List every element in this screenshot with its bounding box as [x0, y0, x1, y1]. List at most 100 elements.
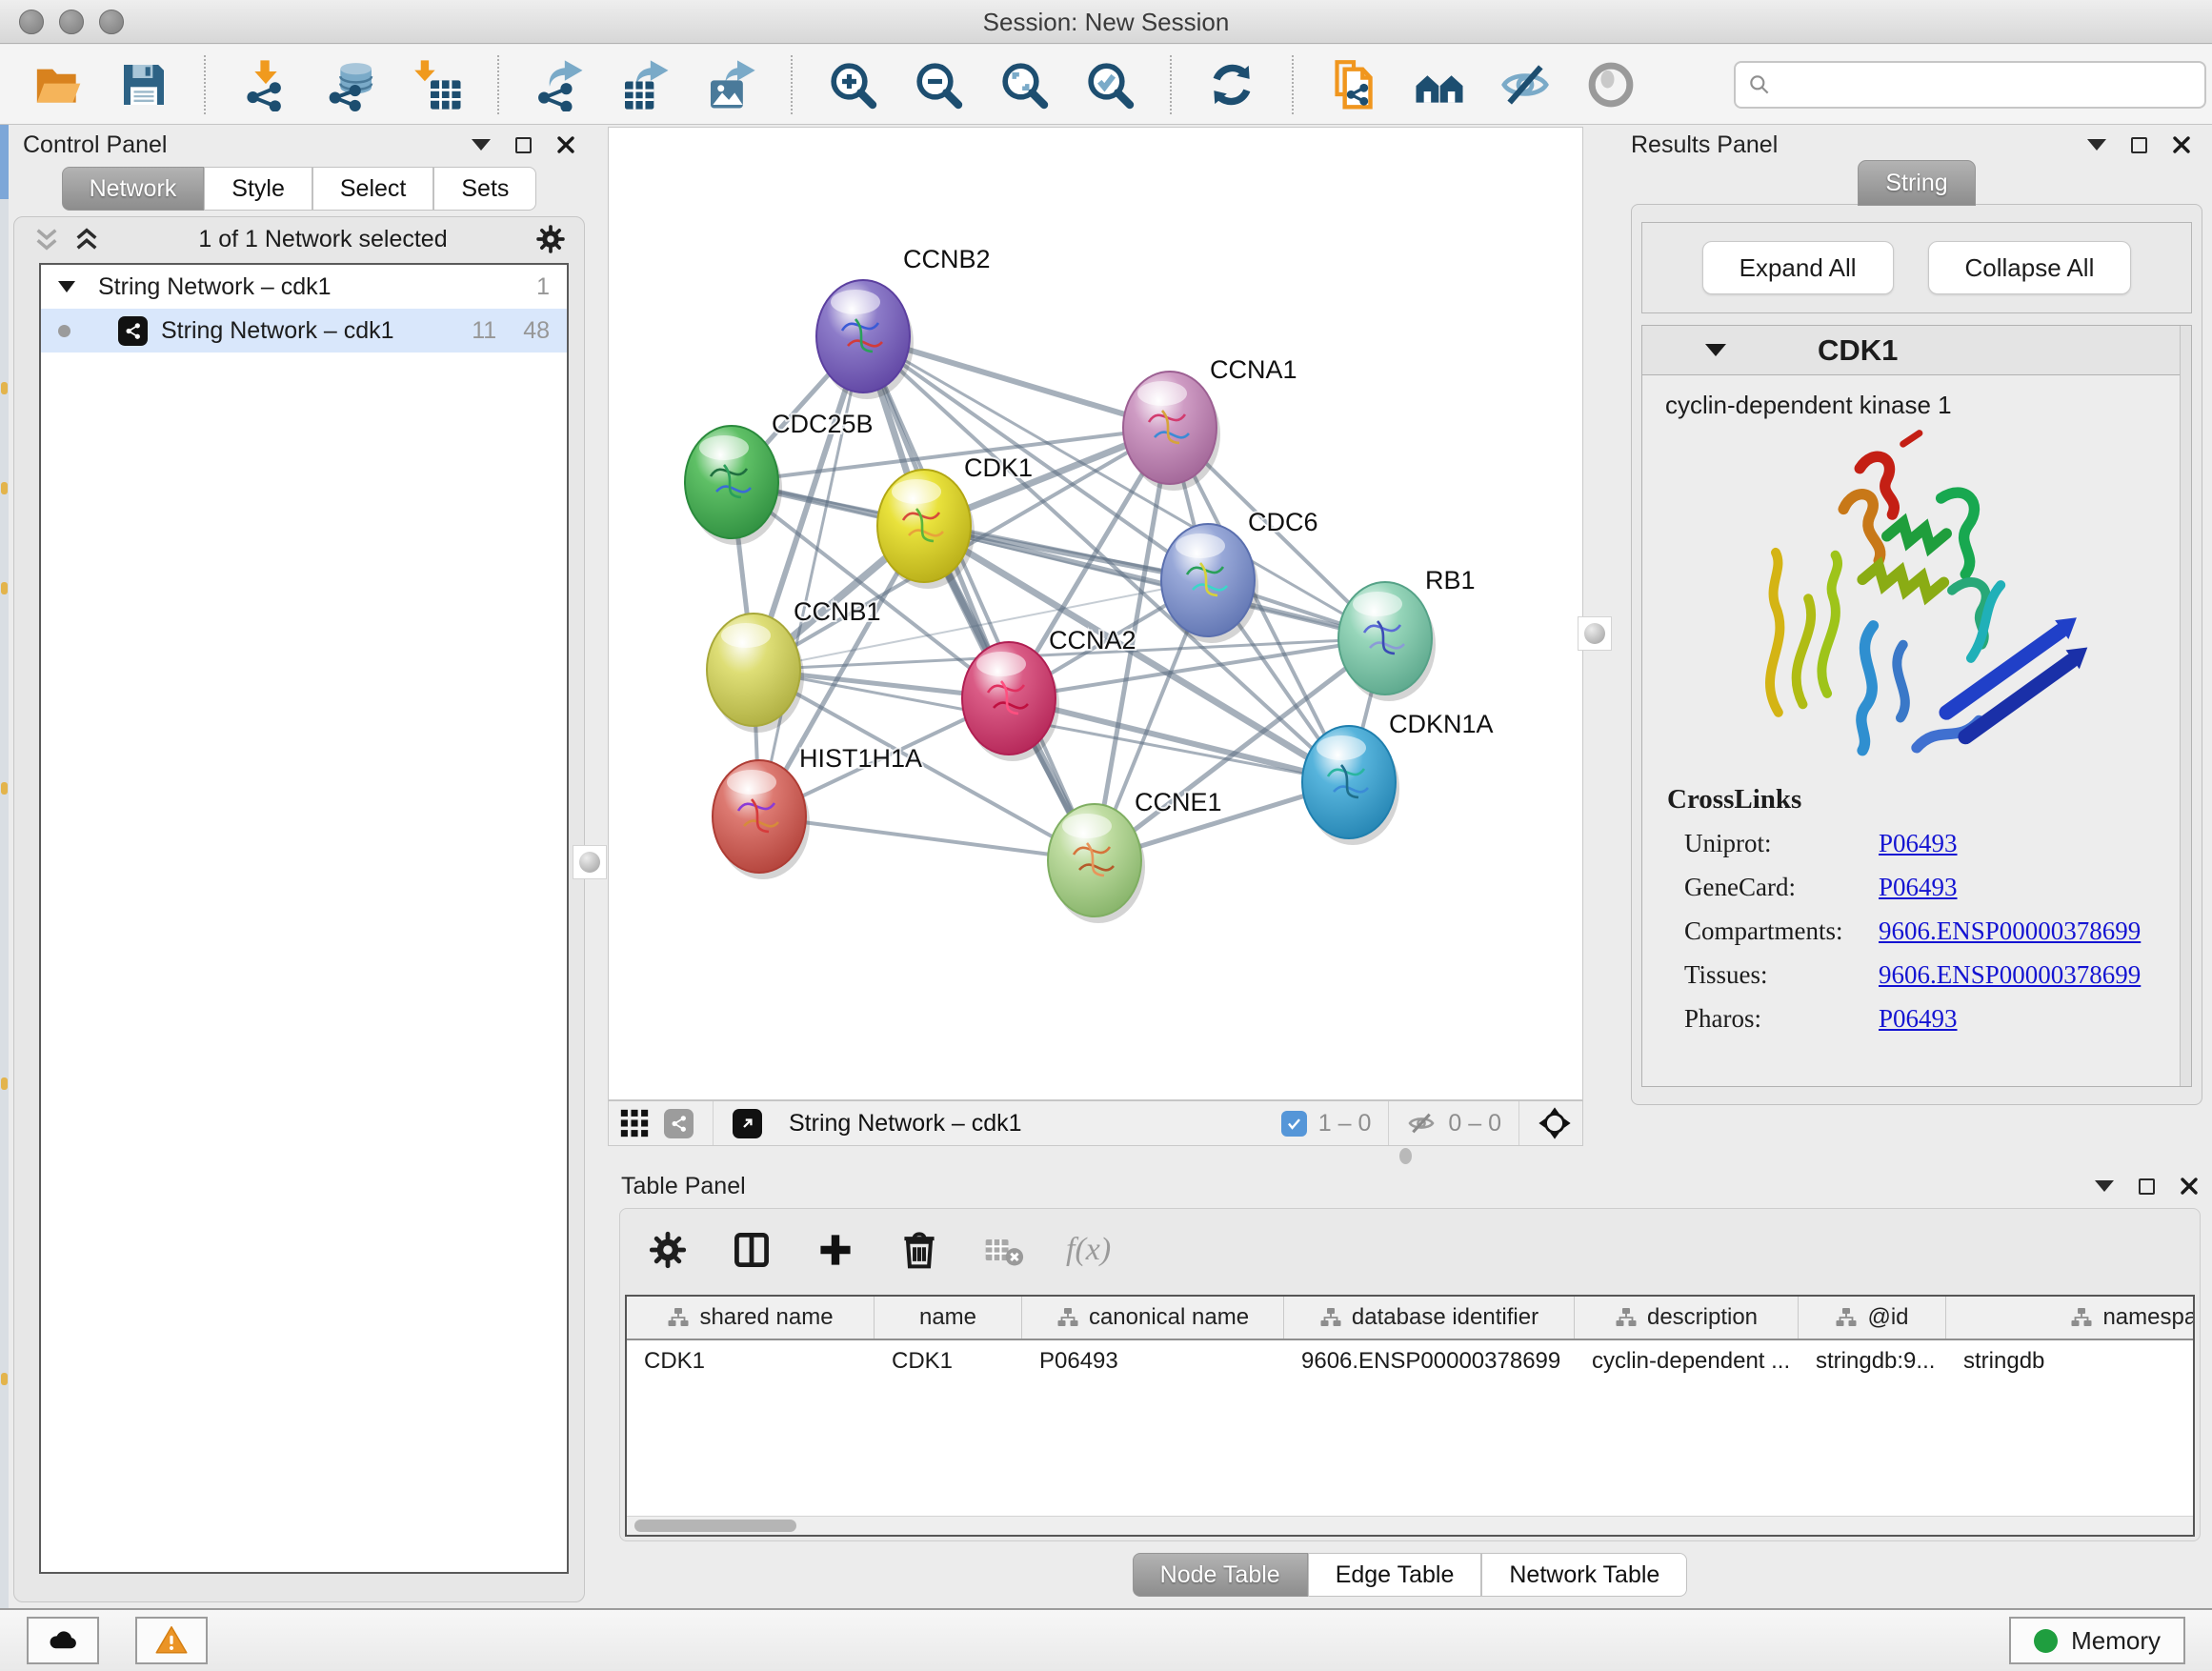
network-options-gear-icon[interactable]: [534, 223, 567, 255]
tab-select[interactable]: Select: [312, 167, 433, 211]
birdseye-navigator-icon[interactable]: [1537, 1105, 1573, 1141]
close-panel-icon[interactable]: [556, 135, 575, 154]
column-header[interactable]: shared name: [627, 1297, 875, 1339]
tab-style[interactable]: Style: [204, 167, 312, 211]
column-header[interactable]: database identifier: [1284, 1297, 1575, 1339]
tab-node-table[interactable]: Node Table: [1133, 1553, 1308, 1597]
import-network-database-icon[interactable]: [322, 55, 381, 114]
cell-shared-name[interactable]: CDK1: [627, 1340, 875, 1382]
tab-network[interactable]: Network: [62, 167, 205, 211]
crosslink-link[interactable]: P06493: [1879, 821, 1958, 865]
float-panel-icon[interactable]: [2131, 137, 2147, 153]
cell-canonical-name[interactable]: P06493: [1022, 1340, 1284, 1382]
crosslink-link[interactable]: P06493: [1879, 997, 1958, 1040]
crosslink-link[interactable]: 9606.ENSP00000378699: [1879, 909, 2141, 953]
zoom-in-icon[interactable]: [823, 55, 882, 114]
search-input[interactable]: [1780, 71, 2193, 98]
svg-text:CDK1: CDK1: [964, 453, 1033, 482]
zoom-selected-icon[interactable]: [1080, 55, 1139, 114]
tree-expand-icon[interactable]: [58, 281, 75, 292]
expand-all-button[interactable]: Expand All: [1702, 241, 1894, 294]
collapse-all-button[interactable]: Collapse All: [1928, 241, 2132, 294]
bottom-splitter-grip[interactable]: [1399, 1148, 1412, 1164]
collapse-panel-icon[interactable]: [2095, 1180, 2114, 1192]
save-session-icon[interactable]: [114, 55, 173, 114]
zoom-fit-icon[interactable]: [995, 55, 1054, 114]
collapse-panel-icon[interactable]: [2087, 139, 2106, 151]
hide-selected-icon[interactable]: [1496, 55, 1555, 114]
function-builder-icon[interactable]: f(x): [1066, 1232, 1111, 1268]
close-panel-icon[interactable]: [2172, 135, 2191, 154]
node-table: shared name name canonical name database…: [625, 1295, 2195, 1537]
network-node-CDC6: CDC6: [1161, 508, 1318, 643]
left-splitter-grip[interactable]: [573, 845, 607, 879]
network-view-badge-icon[interactable]: [664, 1109, 694, 1138]
table-options-gear-icon[interactable]: [647, 1229, 689, 1271]
export-table-icon[interactable]: [615, 55, 674, 114]
close-panel-icon[interactable]: [2180, 1177, 2199, 1196]
section-scrollbar[interactable]: [2180, 326, 2191, 1086]
network-from-file-icon[interactable]: [1324, 55, 1383, 114]
memory-button[interactable]: Memory: [2009, 1617, 2185, 1664]
delete-table-icon[interactable]: [982, 1229, 1024, 1271]
table-row[interactable]: CDK1 CDK1 P06493 9606.ENSP00000378699 cy…: [627, 1340, 2195, 1382]
crosslink-row: Uniprot: P06493: [1667, 821, 2166, 865]
tab-string[interactable]: String: [1858, 160, 1976, 206]
network-graph[interactable]: CCNB2CCNA1CDC25BCDK1CDC6RB1CCNB1CCNA2CDK…: [609, 128, 1582, 1099]
zoom-out-icon[interactable]: [909, 55, 968, 114]
tab-sets[interactable]: Sets: [433, 167, 536, 211]
float-panel-icon[interactable]: [2139, 1178, 2155, 1195]
right-splitter-grip[interactable]: [1578, 616, 1612, 651]
section-collapse-icon[interactable]: [1705, 344, 1726, 356]
tab-edge-table[interactable]: Edge Table: [1308, 1553, 1482, 1597]
cell-id[interactable]: stringdb:9...: [1799, 1340, 1946, 1382]
network-canvas[interactable]: CCNB2CCNA1CDC25BCDK1CDC6RB1CCNB1CCNA2CDK…: [608, 127, 1583, 1100]
collapse-panel-icon[interactable]: [472, 139, 491, 151]
cell-name[interactable]: CDK1: [875, 1340, 1022, 1382]
table-horizontal-scrollbar[interactable]: [627, 1516, 2193, 1535]
column-header[interactable]: namespace: [1946, 1297, 2195, 1339]
control-panel-header: Control Panel: [10, 125, 589, 165]
scrollbar-thumb[interactable]: [634, 1520, 796, 1532]
add-column-icon[interactable]: [814, 1229, 856, 1271]
import-network-file-icon[interactable]: [236, 55, 295, 114]
gene-section-header[interactable]: CDK1: [1642, 326, 2191, 375]
protein-structure-image: [1712, 428, 2122, 780]
warning-button[interactable]: [135, 1617, 208, 1664]
column-header[interactable]: @id: [1799, 1297, 1946, 1339]
background-sliver: [1, 1077, 8, 1090]
crosslink-link[interactable]: P06493: [1879, 865, 1958, 909]
float-panel-icon[interactable]: [515, 137, 532, 153]
open-session-icon[interactable]: [29, 55, 88, 114]
toolbar-separator: [791, 55, 793, 114]
delete-column-icon[interactable]: [898, 1229, 940, 1271]
detach-view-icon[interactable]: [733, 1109, 762, 1138]
column-header[interactable]: canonical name: [1022, 1297, 1284, 1339]
selected-nodes-checkbox-icon[interactable]: [1281, 1111, 1307, 1137]
export-image-icon[interactable]: [701, 55, 760, 114]
cell-database-identifier[interactable]: 9606.ENSP00000378699: [1284, 1340, 1575, 1382]
network-selected-count: 1 of 1 Network selected: [111, 226, 534, 253]
collapse-all-networks-icon[interactable]: [71, 224, 102, 254]
background-sliver: [1, 1373, 8, 1385]
import-table-icon[interactable]: [408, 55, 467, 114]
refresh-icon[interactable]: [1202, 55, 1261, 114]
grid-view-icon[interactable]: [618, 1107, 651, 1139]
cloud-button[interactable]: [27, 1617, 99, 1664]
show-all-icon[interactable]: [1581, 55, 1640, 114]
first-neighbors-icon[interactable]: [1410, 55, 1469, 114]
network-row[interactable]: String Network – cdk1 11 48: [41, 309, 567, 352]
cell-namespace[interactable]: stringdb: [1946, 1340, 2195, 1382]
export-network-icon[interactable]: [530, 55, 589, 114]
main-toolbar: ?: [0, 45, 2212, 125]
show-columns-icon[interactable]: [731, 1229, 773, 1271]
network-collection-row[interactable]: String Network – cdk1 1: [41, 265, 567, 309]
expand-all-networks-icon[interactable]: [31, 224, 62, 254]
table-tabs: Node Table Edge Table Network Table: [608, 1553, 2212, 1597]
hidden-items-icon[interactable]: [1406, 1108, 1437, 1138]
column-header[interactable]: description: [1575, 1297, 1799, 1339]
crosslink-link[interactable]: 9606.ENSP00000378699: [1879, 953, 2141, 997]
cell-description[interactable]: cyclin-dependent ...: [1575, 1340, 1799, 1382]
column-header[interactable]: name: [875, 1297, 1022, 1339]
tab-network-table[interactable]: Network Table: [1481, 1553, 1687, 1597]
